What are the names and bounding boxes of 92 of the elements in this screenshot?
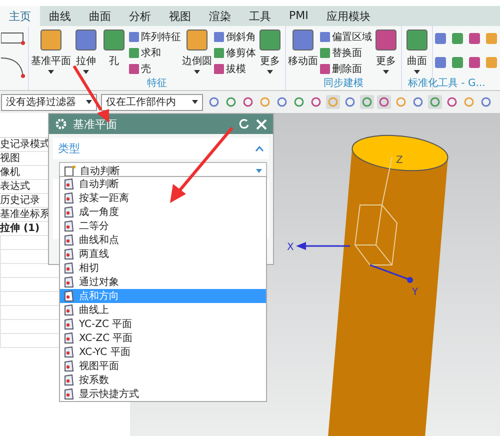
plane-icon xyxy=(63,360,75,372)
feature-icon xyxy=(213,31,225,43)
plane-icon xyxy=(63,248,75,260)
feature-icon xyxy=(38,28,64,52)
feature-icon xyxy=(184,28,210,52)
plane-icon xyxy=(63,346,75,358)
tool-icon[interactable] xyxy=(434,56,447,69)
feature-icon xyxy=(257,28,283,52)
plane-icon xyxy=(63,374,75,386)
group-title: 标准化工具 - G... xyxy=(408,76,486,90)
ribbon-tab[interactable]: PMI xyxy=(280,6,318,26)
plane-icon xyxy=(63,290,75,302)
navigator-item[interactable]: 拉伸 (1) xyxy=(0,222,40,235)
tool-icon[interactable] xyxy=(468,32,481,45)
settings-icon[interactable] xyxy=(55,118,67,130)
feature-icon xyxy=(290,28,316,52)
section-title[interactable]: 类型 xyxy=(58,141,80,156)
feature-icon xyxy=(319,47,331,59)
ribbon-tab[interactable]: 渲染 xyxy=(200,6,240,26)
ribbon-button[interactable]: 壳 xyxy=(128,62,181,76)
reset-icon[interactable] xyxy=(238,118,250,130)
group-title: 特征 xyxy=(146,76,168,90)
caret-icon[interactable] xyxy=(194,70,200,74)
feature-icon xyxy=(373,28,399,52)
plane-icon xyxy=(63,262,75,274)
collapse-icon[interactable] xyxy=(255,146,264,152)
caret-icon[interactable] xyxy=(48,70,54,74)
navigator-item[interactable]: 历史记录 xyxy=(0,194,40,207)
plane-icon xyxy=(63,234,75,246)
navigator-item[interactable]: 视图 xyxy=(0,152,20,165)
ribbon-button[interactable]: 边倒圆 xyxy=(181,28,213,74)
ribbon-button[interactable]: 求和 xyxy=(128,46,181,60)
ribbon-tab[interactable]: 曲面 xyxy=(80,6,120,26)
feature-icon xyxy=(319,31,331,43)
ribbon-button[interactable]: 修剪体 xyxy=(213,46,256,60)
filter-dropdown[interactable]: 仅在工作部件内 xyxy=(101,94,203,110)
ribbon-tab[interactable]: 视图 xyxy=(160,6,200,26)
ribbon-button[interactable]: 拔模 xyxy=(213,62,256,76)
axis-label: Z xyxy=(396,155,403,166)
ribbon-button[interactable]: 更多 xyxy=(256,28,284,74)
ribbon-button[interactable]: 曲面 xyxy=(403,28,431,74)
tool-icon[interactable] xyxy=(434,32,447,45)
ribbon-tab[interactable]: 应用模块 xyxy=(317,6,380,26)
plane-icon xyxy=(63,318,75,330)
plane-icon xyxy=(63,332,75,344)
caret-icon[interactable] xyxy=(267,70,273,74)
ribbon-button[interactable]: 更多 xyxy=(372,28,400,74)
ribbon-button[interactable]: 替换面 xyxy=(319,46,372,60)
navigator-item[interactable]: 像机 xyxy=(0,166,20,179)
ribbon-button[interactable]: 拉伸 xyxy=(72,28,100,74)
tool-icon[interactable] xyxy=(485,32,498,45)
feature-icon xyxy=(73,28,99,52)
ribbon-tab[interactable]: 曲线 xyxy=(40,6,80,26)
dialog-title: 基准平面 xyxy=(73,116,118,132)
tool-icon[interactable] xyxy=(485,56,498,69)
feature-icon xyxy=(319,63,331,75)
axis-label: X xyxy=(287,242,294,253)
group-title: 同步建模 xyxy=(322,76,364,90)
tool-icon[interactable] xyxy=(451,56,464,69)
ribbon-button[interactable]: 移动面 xyxy=(287,28,319,68)
feature-icon xyxy=(213,47,225,59)
plane-icon xyxy=(63,192,75,204)
plane-icon xyxy=(64,164,76,176)
feature-icon xyxy=(128,63,140,75)
plane-icon xyxy=(63,388,75,400)
tool-icon[interactable] xyxy=(451,32,464,45)
axis-label: Y xyxy=(412,287,418,298)
ribbon-tab[interactable]: 分析 xyxy=(120,6,160,26)
ribbon-tab[interactable]: 工具 xyxy=(240,6,280,26)
close-icon[interactable] xyxy=(256,118,267,130)
tool-icon[interactable] xyxy=(468,56,481,69)
plane-icon xyxy=(63,220,75,232)
feature-icon xyxy=(213,63,225,75)
plane-icon xyxy=(63,304,75,316)
ribbon-button[interactable]: 基准平面 xyxy=(30,28,72,74)
navigator-item[interactable]: 表达式 xyxy=(0,180,30,193)
feature-icon xyxy=(404,28,430,52)
caret-icon[interactable] xyxy=(383,70,389,74)
ribbon-button[interactable]: 偏置区域 xyxy=(319,30,372,44)
caret-icon[interactable] xyxy=(83,70,89,74)
plane-icon xyxy=(63,206,75,218)
ribbon-button[interactable]: 阵列特征 xyxy=(128,30,181,44)
axis-x-arrow xyxy=(296,242,350,250)
ribbon-button[interactable]: 倒斜角 xyxy=(213,30,256,44)
ribbon-button[interactable]: 删除面 xyxy=(319,62,372,76)
caret-icon[interactable] xyxy=(414,70,420,74)
ribbon-button[interactable]: 孔 xyxy=(100,28,128,68)
plane-icon xyxy=(63,178,75,190)
ribbon-tab[interactable]: 主页 xyxy=(0,6,40,26)
filter-dropdown[interactable]: 没有选择过滤器 xyxy=(1,94,97,110)
axis-y-arrow xyxy=(370,264,413,283)
plane-icon xyxy=(63,276,75,288)
